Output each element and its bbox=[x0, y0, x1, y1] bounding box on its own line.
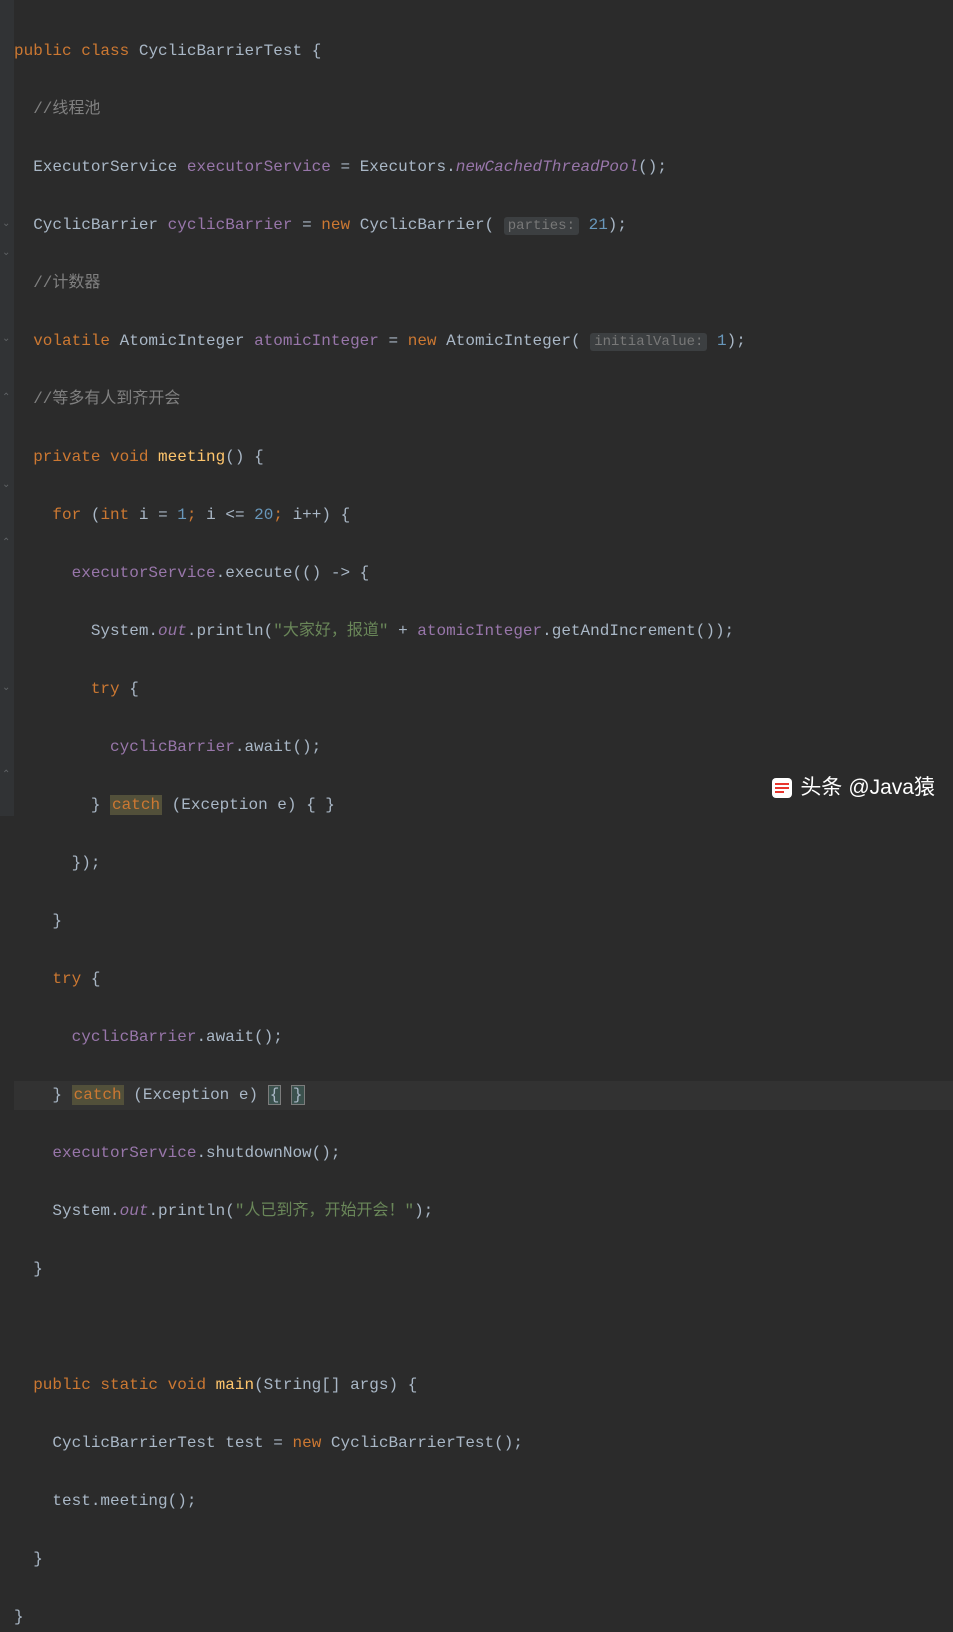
test-call: test.meeting(); bbox=[14, 1487, 953, 1516]
println-stmt: System.out.println("人已到齐，开始开会！"); bbox=[14, 1197, 953, 1226]
editor-gutter: ⌄ ⌄ ⌄ ⌃ ⌄ ⌃ ⌄ ⌃ bbox=[0, 0, 14, 816]
execute-call: executorService.execute(() -> { bbox=[14, 559, 953, 588]
comment: //线程池 bbox=[14, 95, 953, 124]
watermark-handle: @Java猿 bbox=[848, 773, 935, 802]
test-new: CyclicBarrierTest test = new CyclicBarri… bbox=[14, 1429, 953, 1458]
await-call: cyclicBarrier.await(); bbox=[14, 1023, 953, 1052]
class-declaration: public class CyclicBarrierTest { bbox=[14, 37, 953, 66]
await-call: cyclicBarrier.await(); bbox=[14, 733, 953, 762]
for-statement: for (int i = 1; i <= 20; i++) { bbox=[14, 501, 953, 530]
close-brace-icon[interactable]: ⌃ bbox=[2, 761, 12, 771]
blank-line bbox=[14, 1313, 953, 1342]
fold-icon[interactable]: ⌄ bbox=[2, 210, 12, 220]
method-close: } bbox=[14, 1255, 953, 1284]
for-close: } bbox=[14, 907, 953, 936]
comment: //计数器 bbox=[14, 269, 953, 298]
shutdown-call: executorService.shutdownNow(); bbox=[14, 1139, 953, 1168]
param-hint: initialValue: bbox=[590, 333, 707, 351]
try-stmt: try { bbox=[14, 675, 953, 704]
fold-icon[interactable]: ⌄ bbox=[2, 471, 12, 481]
watermark-prefix: 头条 bbox=[800, 773, 842, 802]
main-method: public static void main(String[] args) { bbox=[14, 1371, 953, 1400]
comment: //等多有人到齐开会 bbox=[14, 385, 953, 414]
main-close: } bbox=[14, 1545, 953, 1574]
code-editor[interactable]: public class CyclicBarrierTest { //线程池 E… bbox=[0, 8, 953, 1632]
lambda-close: }); bbox=[14, 849, 953, 878]
toutiao-icon bbox=[770, 776, 794, 800]
barrier-declaration: CyclicBarrier cyclicBarrier = new Cyclic… bbox=[14, 211, 953, 240]
executor-declaration: ExecutorService executorService = Execut… bbox=[14, 153, 953, 182]
watermark: 头条 @Java猿 bbox=[770, 773, 935, 802]
catch-stmt-cursor: } catch (Exception e) { } bbox=[14, 1081, 953, 1110]
param-hint: parties: bbox=[504, 217, 579, 235]
fold-icon[interactable]: ⌄ bbox=[2, 239, 12, 249]
println-stmt: System.out.println("大家好，报道" + atomicInte… bbox=[14, 617, 953, 646]
fold-icon[interactable]: ⌄ bbox=[2, 674, 12, 684]
close-brace-icon[interactable]: ⌃ bbox=[2, 384, 12, 394]
atomic-declaration: volatile AtomicInteger atomicInteger = n… bbox=[14, 327, 953, 356]
try-stmt: try { bbox=[14, 965, 953, 994]
close-brace-icon[interactable]: ⌃ bbox=[2, 529, 12, 539]
class-close: } bbox=[14, 1603, 953, 1632]
fold-icon[interactable]: ⌄ bbox=[2, 325, 12, 335]
method-meeting: private void meeting() { bbox=[14, 443, 953, 472]
